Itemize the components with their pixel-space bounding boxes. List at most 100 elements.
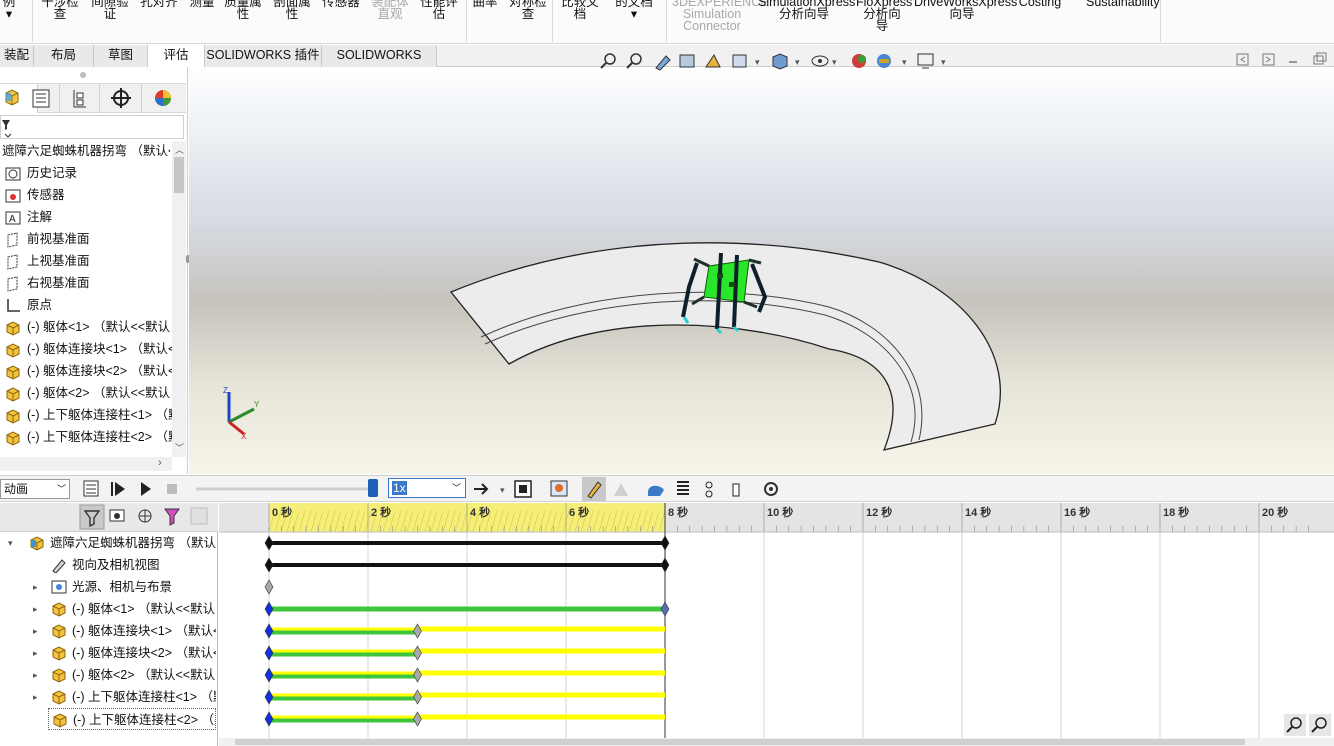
damper-icon[interactable] bbox=[705, 481, 713, 498]
tree-item[interactable]: 前视基准面 bbox=[4, 229, 172, 249]
ribbon-interference-button[interactable]: 干涉检查 bbox=[40, 0, 80, 20]
tree-filter[interactable] bbox=[0, 115, 184, 139]
timeline-area[interactable]: 0 秒 2 秒 4 秒 6 秒 8 秒 10 秒 12 秒 14 秒 16 秒 18 秒 20 秒 bbox=[219, 503, 1334, 746]
expand-toggle-icon[interactable]: ▸ bbox=[33, 576, 38, 598]
ribbon-curvature-button[interactable]: 曲率 bbox=[471, 0, 499, 8]
ribbon-hole-align-button[interactable]: 孔对齐 bbox=[138, 0, 180, 8]
expand-toggle-icon[interactable]: ▾ bbox=[8, 532, 13, 554]
dimxpert-tab[interactable] bbox=[100, 84, 142, 113]
key-point[interactable] bbox=[264, 667, 274, 683]
scroll-right-icon[interactable]: › bbox=[158, 457, 162, 469]
ribbon-doc-button[interactable]: 的文档 ▾ bbox=[613, 0, 655, 20]
tree-item[interactable]: 右视基准面 bbox=[4, 273, 172, 293]
view-orientation-icon[interactable]: ▾ bbox=[732, 54, 760, 68]
edit-appearance-icon[interactable] bbox=[852, 54, 866, 68]
scroll-up-icon[interactable]: ︿ bbox=[175, 143, 184, 156]
tree-item[interactable]: 上视基准面 bbox=[4, 251, 172, 271]
expand-toggle-icon[interactable]: ▸ bbox=[33, 642, 38, 664]
expand-toggle-icon[interactable]: ▸ bbox=[33, 620, 38, 642]
dynamic-annotation-icon[interactable] bbox=[705, 54, 721, 68]
key-point[interactable] bbox=[413, 623, 422, 639]
ribbon-compare-button[interactable]: 比较文档 bbox=[559, 0, 601, 20]
restore-right-icon[interactable] bbox=[1262, 53, 1275, 66]
zoom-area-icon[interactable] bbox=[626, 53, 642, 69]
ribbon-3dx-button[interactable]: 3DEXPERIENCE Simulation Connector bbox=[672, 0, 769, 32]
play-icon[interactable] bbox=[141, 482, 151, 496]
restore-window-icon[interactable] bbox=[1313, 52, 1327, 65]
motion-tree-row[interactable]: ▸ (-) 躯体连接块<2> （默认< bbox=[0, 642, 216, 664]
key-point[interactable] bbox=[660, 557, 670, 573]
save-animation-icon[interactable] bbox=[514, 480, 532, 498]
ribbon-assembly-visual-button[interactable]: 装配体 直观 bbox=[369, 0, 411, 20]
ribbon-example-button[interactable]: 例 ▾ bbox=[2, 0, 16, 20]
hide-show-icon[interactable]: ▾ bbox=[811, 55, 837, 67]
ribbon-costing-button[interactable]: Costing bbox=[1018, 0, 1062, 8]
tree-item[interactable]: (-) 躯体<1> （默认<<默认 bbox=[4, 317, 172, 337]
ribbon-driveworks-button[interactable]: DriveWorksXpress 向导 bbox=[914, 0, 1017, 20]
contact-icon[interactable] bbox=[648, 485, 664, 496]
ribbon-symmetry-button[interactable]: 对称检查 bbox=[507, 0, 549, 20]
ribbon-section-button[interactable]: 剖面属性 bbox=[271, 0, 313, 20]
expand-toggle-icon[interactable]: ▸ bbox=[33, 598, 38, 620]
tree-item[interactable]: (-) 躯体<2> （默认<<默认 bbox=[4, 383, 172, 403]
ribbon-simxpress-button[interactable]: SimulationXpress 分析向导 bbox=[758, 0, 855, 20]
key-point[interactable] bbox=[264, 689, 274, 705]
ribbon-performance-button[interactable]: 性能评估 bbox=[418, 0, 460, 20]
filter-drive-icon[interactable] bbox=[109, 509, 125, 522]
ribbon-mass-button[interactable]: 质量属性 bbox=[222, 0, 264, 20]
key-point[interactable] bbox=[413, 711, 422, 727]
motion-tree-row[interactable]: ▸ (-) 躯体连接块<1> （默认< bbox=[0, 620, 216, 642]
expand-toggle-icon[interactable]: ▸ bbox=[33, 664, 38, 686]
scroll-thumb[interactable] bbox=[174, 157, 184, 193]
tree-item[interactable]: (-) 躯体连接块<1> （默认< bbox=[4, 339, 172, 359]
configuration-tab[interactable] bbox=[60, 84, 100, 113]
view-settings-icon[interactable]: ▾ bbox=[917, 53, 946, 69]
key-point[interactable] bbox=[264, 645, 274, 661]
zoom-in-icon[interactable] bbox=[1284, 714, 1306, 736]
key-point[interactable] bbox=[660, 535, 670, 551]
tree-item[interactable]: (-) 上下躯体连接柱<1> （默 bbox=[4, 405, 172, 425]
key-point[interactable] bbox=[264, 711, 274, 727]
filter-animated-icon[interactable] bbox=[79, 504, 105, 530]
display-style-icon[interactable]: ▾ bbox=[772, 53, 800, 70]
section-view-icon[interactable] bbox=[679, 54, 695, 68]
ribbon-sensor-button[interactable]: 传感器 bbox=[320, 0, 362, 8]
play-from-start-icon[interactable] bbox=[111, 482, 125, 496]
scroll-down-icon[interactable]: ﹀ bbox=[175, 441, 184, 454]
tree-item[interactable]: A 注解 bbox=[4, 207, 172, 227]
tree-item[interactable]: (-) 上下躯体连接柱<2> （默 bbox=[4, 427, 172, 447]
key-point[interactable] bbox=[264, 579, 274, 595]
property-tab[interactable] bbox=[22, 84, 60, 113]
motion-tree-row[interactable]: 视向及相机视图 bbox=[0, 554, 216, 576]
previous-view-icon[interactable] bbox=[655, 55, 671, 71]
apply-scene-icon[interactable]: ▾ bbox=[877, 54, 907, 68]
playback-mode-icon[interactable]: ▾ bbox=[474, 483, 505, 495]
motion-tree-row[interactable]: ▾ 遮障六足蜘蛛机器拐弯 （默认< bbox=[0, 532, 216, 554]
tree-horizontal-scrollbar[interactable]: › bbox=[0, 457, 172, 471]
key-point[interactable] bbox=[264, 557, 274, 573]
filter-selected-icon[interactable] bbox=[138, 509, 152, 523]
graphics-area[interactable]: Z Y X bbox=[189, 67, 1334, 474]
motion-tree-row[interactable]: ▸ (-) 躯体<2> （默认<<默认 bbox=[0, 664, 216, 686]
motion-tree-row[interactable]: ▸(-) 上下躯体连接柱<2> （默 bbox=[48, 708, 216, 730]
ribbon-sustainability-button[interactable]: Sustainability bbox=[1086, 0, 1160, 8]
zoom-to-fit-icon[interactable] bbox=[600, 53, 616, 69]
gravity-icon[interactable] bbox=[732, 483, 740, 497]
tree-item[interactable]: (-) 躯体连接块<2> （默认< bbox=[4, 361, 172, 381]
restore-left-icon[interactable] bbox=[1236, 53, 1249, 66]
key-point[interactable] bbox=[413, 645, 422, 661]
key-point[interactable] bbox=[413, 689, 422, 705]
stop-icon[interactable] bbox=[167, 484, 177, 494]
tree-root-assembly[interactable]: 遮障六足蜘蛛机器拐弯 （默认< bbox=[2, 141, 170, 161]
timeline-scroll-thumb[interactable] bbox=[235, 739, 1245, 745]
playback-speed-select[interactable]: 1x ﹀ bbox=[388, 478, 466, 498]
ribbon-floxpress-button[interactable]: FloXpress 分析向导 bbox=[856, 0, 912, 32]
key-point[interactable] bbox=[660, 601, 670, 617]
model-view[interactable]: Z Y X bbox=[189, 67, 1334, 474]
tree-vertical-scrollbar[interactable]: ︿ ﹀ bbox=[172, 141, 186, 457]
timeline-slider[interactable] bbox=[196, 479, 378, 497]
key-point[interactable] bbox=[413, 667, 422, 683]
key-point[interactable] bbox=[264, 601, 274, 617]
spring-icon[interactable] bbox=[677, 481, 689, 495]
autokey-icon[interactable] bbox=[582, 477, 606, 501]
